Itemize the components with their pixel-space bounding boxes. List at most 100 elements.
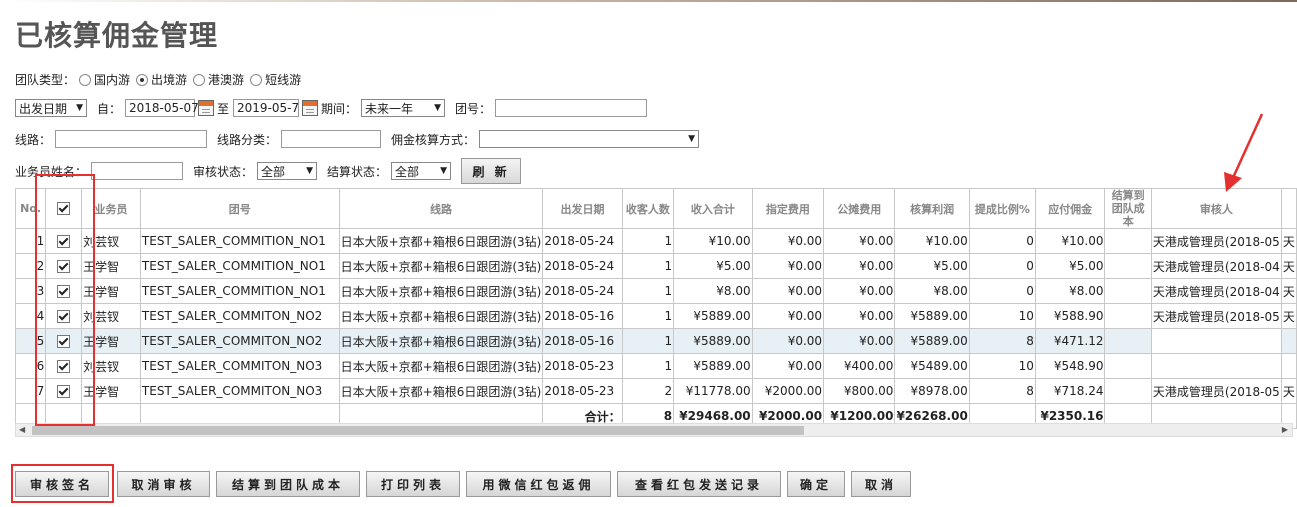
cell-income: ¥8.00 [673,278,753,304]
to-date-input[interactable]: 2019-05-7 [233,99,299,117]
cell-extra: 天 [1280,228,1297,254]
cell-income: ¥5889.00 [673,303,753,329]
table-row[interactable]: 3 王学智 TEST_SALER_COMMITION_NO1 日本大阪+京都+箱根6日… [14,278,1297,304]
salesman-input[interactable] [91,162,184,180]
cell-guest-count: 1 [621,228,675,254]
cell-commission: ¥718.24 [1034,378,1106,404]
cell-profit: ¥5889.00 [894,328,970,354]
table-row[interactable]: 5 王学智 TEST_SALER_COMMITON_NO2 日本大阪+京都+箱根6日跟… [14,328,1297,354]
cell-route: 日本大阪+京都+箱根6日跟团游(3钻) [338,378,544,404]
settle-team-cost-button[interactable]: 结算到团队成本 [216,471,360,497]
cell-commission: ¥471.12 [1034,328,1106,354]
cell-depart-date: 2018-05-24 [542,253,623,279]
from-date-input[interactable]: 2018-05-07 [125,99,199,117]
table-header-row: No. 业务员 团号 线路 出发日期 收客人数 收入合计 指定费用 公摊费用 核… [14,188,1297,229]
cell-profit: ¥8.00 [894,278,970,304]
calendar-icon[interactable] [302,100,319,116]
cell-route: 日本大阪+京都+箱根6日跟团游(3钻) [338,228,544,254]
cell-depart-date: 2018-05-24 [542,278,623,304]
cell-route: 日本大阪+京都+箱根6日跟团游(3钻) [338,353,544,379]
scroll-left-icon[interactable]: ◀ [19,425,25,434]
team-type-label: 团队类型： [15,73,76,87]
radio-domestic[interactable]: 国内游 [79,71,130,88]
audit-status-label: 审核状态： [193,164,254,179]
col-team-no: 团号 [139,188,340,229]
cell-income: ¥5889.00 [673,328,753,354]
cell-assigned-fee: ¥0.00 [751,278,825,304]
cell-rate: 0 [968,228,1036,254]
top-divider [0,0,1297,2]
table-row[interactable]: 4 刘芸钗 TEST_SALER_COMMITON_NO2 日本大阪+京都+箱根6日跟… [14,303,1297,329]
settle-status-label: 结算状态： [327,164,388,179]
cell-shared-fee: ¥0.00 [823,303,896,329]
radio-dot-selected [136,73,149,86]
cancel-audit-button[interactable]: 取消审核 [117,471,210,497]
team-no-input[interactable] [495,99,648,117]
cell-rate: 0 [968,253,1036,279]
route-category-input[interactable] [281,130,382,148]
col-profit: 核算利润 [894,188,970,229]
cell-team-no: TEST_SALER_COMMITON_NO2 [139,328,340,354]
cell-shared-fee: ¥0.00 [823,228,896,254]
route-input[interactable] [55,130,208,148]
cell-team-no: TEST_SALER_COMMITON_NO2 [139,303,340,329]
auditor-input[interactable] [1150,328,1282,354]
radio-hkmacau[interactable]: 港澳游 [193,71,244,88]
cell-extra: 天 [1280,278,1297,304]
cell-income: ¥11778.00 [673,378,753,404]
date-type-select[interactable]: 出发日期 ▼ [15,99,87,117]
cell-extra: 天 [1280,378,1297,404]
refresh-button[interactable]: 刷 新 [461,158,522,184]
col-rate: 提成比例% [968,188,1036,229]
print-list-button[interactable]: 打印列表 [366,471,460,497]
cancel-button[interactable]: 取消 [851,471,911,497]
calendar-icon[interactable] [198,100,215,116]
table-row[interactable]: 2 王学智 TEST_SALER_COMMITION_NO1 日本大阪+京都+箱根6日… [14,253,1297,279]
cell-extra [1280,353,1297,379]
cell-profit: ¥10.00 [894,228,970,254]
period-select[interactable]: 未来一年 ▼ [361,99,446,117]
date-row: 出发日期 ▼ 自： 2018-05-07 至 2019-05-7 期间： 未来一年… [15,99,648,117]
cell-rate: 0 [968,278,1036,304]
table-row[interactable]: 6 刘芸钗 TEST_SALER_COMMITON_NO3 日本大阪+京都+箱根6日跟… [14,353,1297,379]
route-label: 线路： [15,132,52,147]
commission-method-select[interactable]: ▼ [479,130,700,148]
from-label: 自： [97,101,122,116]
settle-status-select[interactable]: 全部 ▼ [391,162,452,180]
cell-depart-date: 2018-05-16 [542,328,623,354]
cell-profit: ¥5889.00 [894,303,970,329]
col-commission: 应付佣金 [1034,188,1106,229]
view-redpacket-log-button[interactable]: 查看红包发送记录 [617,471,781,497]
col-settle-cost: 结算到团队成本 [1104,188,1152,229]
confirm-button[interactable]: 确定 [787,471,845,497]
cell-team-no: TEST_SALER_COMMITION_NO1 [139,253,340,279]
radio-outbound[interactable]: 出境游 [136,71,187,88]
cell-rate: 8 [968,328,1036,354]
team-no-label: 团号： [455,101,492,116]
annotation-box-audit-sign [11,464,114,503]
scrollbar-thumb[interactable] [32,426,804,435]
cell-depart-date: 2018-05-24 [542,228,623,254]
scroll-right-icon[interactable]: ▶ [1282,425,1288,434]
cell-profit: ¥8978.00 [894,378,970,404]
wechat-redpacket-button[interactable]: 用微信红包返佣 [466,471,611,497]
cell-auditor: 天港成管理员(2018-05 [1150,303,1282,329]
cell-route: 日本大阪+京都+箱根6日跟团游(3钻) [338,253,544,279]
to-label: 至 [217,101,230,116]
page-title: 已核算佣金管理 [15,19,219,52]
col-income: 收入合计 [673,188,753,229]
cell-settle-cost [1104,253,1152,279]
audit-status-select[interactable]: 全部 ▼ [257,162,318,180]
commission-table: No. 业务员 团号 线路 出发日期 收客人数 收入合计 指定费用 公摊费用 核… [14,188,1297,429]
col-assigned-fee: 指定费用 [751,188,825,229]
cell-route: 日本大阪+京都+箱根6日跟团游(3钻) [338,303,544,329]
cell-assigned-fee: ¥0.00 [751,353,825,379]
table-row[interactable]: 1 刘芸钗 TEST_SALER_COMMITION_NO1 日本大阪+京都+箱根6日… [14,228,1297,254]
horizontal-scrollbar[interactable]: ◀ ▶ [15,423,1293,437]
radio-shortline[interactable]: 短线游 [250,71,301,88]
table-row[interactable]: 7 王学智 TEST_SALER_COMMITON_NO3 日本大阪+京都+箱根6日跟… [14,378,1297,404]
cell-guest-count: 1 [621,253,675,279]
cell-guest-count: 2 [621,378,675,404]
radio-dot [250,73,263,86]
radio-dot [193,73,206,86]
